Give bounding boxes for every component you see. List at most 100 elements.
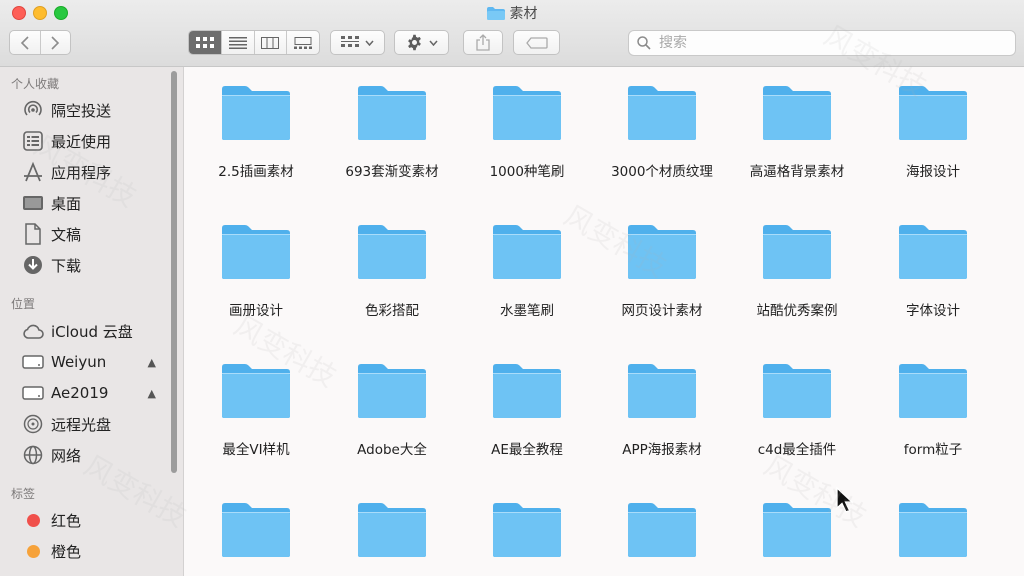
sidebar-item-label: 红色 xyxy=(51,511,82,530)
tag-orange-dot-icon xyxy=(26,544,40,558)
folder-item[interactable]: 字体设计 xyxy=(865,206,1001,326)
folder-label: 字体设计 xyxy=(906,303,960,319)
folder-icon xyxy=(493,364,561,418)
window-title: 素材 xyxy=(0,3,1024,23)
tag-button[interactable] xyxy=(513,30,560,55)
folder-item[interactable]: 水墨笔刷 xyxy=(459,206,595,326)
folder-item[interactable] xyxy=(594,484,730,576)
sidebar-item-network[interactable]: 网络 xyxy=(22,441,172,469)
sidebar-item-icloud[interactable]: iCloud 云盘 xyxy=(22,317,172,345)
folder-icon xyxy=(899,225,967,279)
folder-label: 693套渐变素材 xyxy=(345,164,439,180)
folder-item[interactable]: 1000种笔刷 xyxy=(459,67,595,187)
folder-label: 3000个材质纹理 xyxy=(611,164,713,180)
sidebar-item-label: 隔空投送 xyxy=(51,101,112,120)
file-grid: 2.5插画素材 693套渐变素材 1000种笔刷 3000个材质纹理 高逼格背景素材 海报… xyxy=(184,67,1024,576)
group-icon xyxy=(341,36,359,47)
sidebar-item-desktop[interactable]: 桌面 xyxy=(22,189,172,217)
folder-item[interactable] xyxy=(188,484,324,576)
folder-item[interactable]: 高逼格背景素材 xyxy=(729,67,865,187)
folder-item[interactable]: 海报设计 xyxy=(865,67,1001,187)
sidebar-item-label: 桌面 xyxy=(51,194,82,213)
column-view-button[interactable] xyxy=(255,31,288,54)
folder-item[interactable]: 站酷优秀案例 xyxy=(729,206,865,326)
view-mode-group xyxy=(188,30,320,55)
folder-icon xyxy=(628,364,696,418)
arrange-button[interactable] xyxy=(330,30,385,55)
drive-icon xyxy=(22,351,44,373)
sidebar-item-documents[interactable]: 文稿 xyxy=(22,220,172,248)
section-locations: 位置 xyxy=(11,297,36,311)
sidebar-item-label: 远程光盘 xyxy=(51,415,112,434)
sidebar-item-recents[interactable]: 最近使用 xyxy=(22,127,172,155)
folder-item[interactable]: Adobe大全 xyxy=(324,345,460,465)
folder-item[interactable]: c4d最全插件 xyxy=(729,345,865,465)
folder-icon xyxy=(899,86,967,140)
folder-label: 2.5插画素材 xyxy=(218,164,294,180)
forward-button[interactable] xyxy=(41,31,71,54)
mouse-cursor-icon xyxy=(836,487,854,513)
folder-item[interactable]: 2.5插画素材 xyxy=(188,67,324,187)
folder-label: 网页设计素材 xyxy=(621,303,703,319)
folder-item[interactable] xyxy=(865,484,1001,576)
folder-icon xyxy=(899,503,967,557)
sidebar: 个人收藏 隔空投送 最近使用 应用程序 桌面 文稿 下载 位置 iCloud 云… xyxy=(0,67,184,576)
search-field[interactable] xyxy=(628,30,1016,56)
sidebar-item-label: 下载 xyxy=(51,256,82,275)
folder-item[interactable]: 网页设计素材 xyxy=(594,206,730,326)
sidebar-item-airdrop[interactable]: 隔空投送 xyxy=(22,96,172,124)
sidebar-item-ae2019[interactable]: Ae2019 ▲ xyxy=(22,379,172,407)
folder-icon xyxy=(222,364,290,418)
column-view-icon xyxy=(261,36,280,49)
gallery-view-button[interactable] xyxy=(287,31,319,54)
eject-icon[interactable]: ▲ xyxy=(148,387,156,400)
action-button[interactable] xyxy=(394,30,449,55)
folder-item[interactable]: 最全VI样机 xyxy=(188,345,324,465)
folder-item[interactable]: AE最全教程 xyxy=(459,345,595,465)
back-button[interactable] xyxy=(10,31,41,54)
folder-item[interactable] xyxy=(324,484,460,576)
search-input[interactable] xyxy=(657,34,1001,52)
folder-label: 水墨笔刷 xyxy=(500,303,554,319)
sidebar-item-label: 最近使用 xyxy=(51,132,112,151)
sidebar-item-tag-orange[interactable]: 橙色 xyxy=(22,537,172,565)
folder-icon xyxy=(763,503,831,557)
folder-item[interactable]: form粒子 xyxy=(865,345,1001,465)
folder-item[interactable]: 693套渐变素材 xyxy=(324,67,460,187)
sidebar-item-weiyun[interactable]: Weiyun ▲ xyxy=(22,348,172,376)
documents-icon xyxy=(22,223,44,245)
eject-icon[interactable]: ▲ xyxy=(148,356,156,369)
sidebar-item-remote-disc[interactable]: 远程光盘 xyxy=(22,410,172,438)
airdrop-icon xyxy=(22,99,44,121)
chevron-down-icon xyxy=(428,40,438,46)
sidebar-item-label: Weiyun xyxy=(51,353,107,371)
folder-icon xyxy=(763,225,831,279)
folder-item[interactable]: 3000个材质纹理 xyxy=(594,67,730,187)
folder-icon xyxy=(763,86,831,140)
folder-item[interactable] xyxy=(459,484,595,576)
folder-label: 画册设计 xyxy=(229,303,283,319)
folder-item[interactable]: 色彩搭配 xyxy=(324,206,460,326)
sidebar-item-applications[interactable]: 应用程序 xyxy=(22,158,172,186)
folder-item[interactable]: APP海报素材 xyxy=(594,345,730,465)
folder-item[interactable]: 画册设计 xyxy=(188,206,324,326)
sidebar-item-downloads[interactable]: 下载 xyxy=(22,251,172,279)
folder-label: Adobe大全 xyxy=(357,442,427,458)
downloads-icon xyxy=(22,254,44,276)
list-view-icon xyxy=(228,36,247,49)
sidebar-item-tag-red[interactable]: 红色 xyxy=(22,506,172,534)
folder-icon xyxy=(493,225,561,279)
share-button[interactable] xyxy=(463,30,503,55)
folder-icon xyxy=(358,86,426,140)
window-title-text: 素材 xyxy=(509,6,538,22)
folder-icon xyxy=(763,364,831,418)
list-view-button[interactable] xyxy=(222,31,255,54)
sidebar-item-label: 网络 xyxy=(51,446,82,465)
folder-icon xyxy=(358,503,426,557)
folder-icon xyxy=(628,86,696,140)
folder-label: 色彩搭配 xyxy=(365,303,419,319)
chevron-down-icon xyxy=(365,40,374,46)
icon-view-button[interactable] xyxy=(189,31,222,54)
recents-icon xyxy=(22,130,44,152)
drive-icon xyxy=(22,382,44,404)
